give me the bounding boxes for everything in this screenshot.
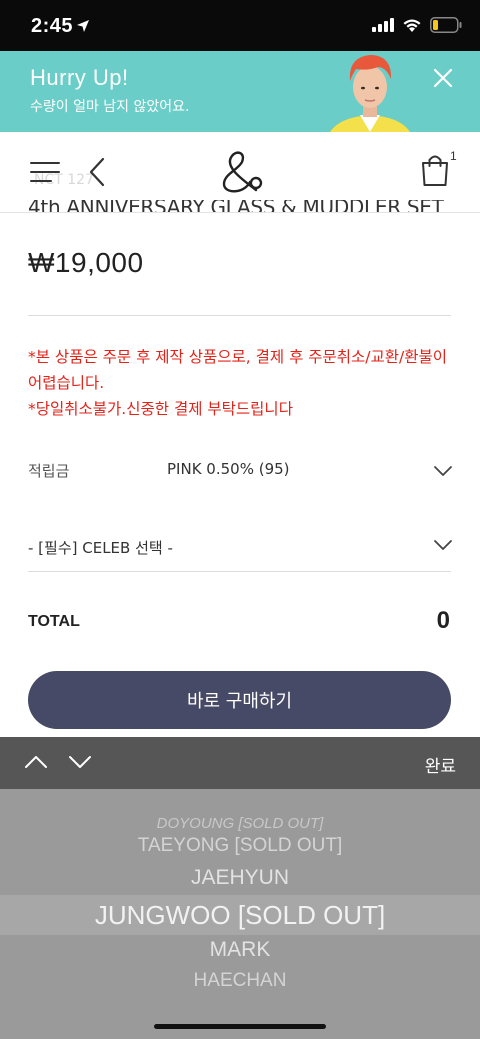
banner-subtitle: 수량이 얼마 남지 않았어요. xyxy=(30,99,190,115)
buy-now-button[interactable]: 바로 구매하기 xyxy=(28,671,451,729)
close-icon[interactable] xyxy=(430,65,456,91)
product-notice: *본 상품은 주문 후 제작 상품으로, 결제 후 주문취소/교환/환불이 어렵… xyxy=(28,344,458,422)
back-arrow-icon[interactable] xyxy=(88,157,106,187)
wifi-icon xyxy=(403,19,421,32)
status-time: 2:45 xyxy=(31,15,74,37)
hurry-up-banner[interactable]: Hurry Up! 수량이 얼마 남지 않았어요. xyxy=(0,51,480,132)
total-value: 0 xyxy=(436,607,450,634)
banner-person-image xyxy=(330,55,410,132)
hamburger-menu-icon[interactable] xyxy=(30,161,60,183)
celeb-select-value: - [필수] CELEB 선택 - xyxy=(28,539,173,557)
product-price: ₩19,000 xyxy=(28,247,144,278)
product-title-clip: 4th ANNIVERSARY GLASS & MUDDLER SET xyxy=(0,200,480,212)
cellular-signal-icon xyxy=(372,18,394,32)
chevron-down-icon[interactable] xyxy=(433,465,453,477)
picker-done-button[interactable]: 완료 xyxy=(425,752,456,777)
home-indicator xyxy=(154,1024,326,1029)
status-indicators xyxy=(372,17,462,33)
chevron-up-icon[interactable] xyxy=(24,754,48,770)
divider xyxy=(28,315,451,316)
location-arrow-icon xyxy=(77,20,89,32)
points-value: PINK 0.50% (95) xyxy=(167,460,290,478)
points-label: 적립금 xyxy=(28,462,70,480)
chevron-down-icon[interactable] xyxy=(68,754,92,770)
total-label: TOTAL xyxy=(28,613,80,630)
battery-low-icon xyxy=(430,17,462,33)
chevron-down-icon[interactable] xyxy=(433,539,453,551)
picker-option[interactable] xyxy=(0,793,480,805)
status-bar: 2:45 xyxy=(0,0,480,51)
picker-option[interactable]: TAEYONG [SOLD OUT] xyxy=(0,835,480,857)
picker-option-selected[interactable]: JUNGWOO [SOLD OUT] xyxy=(0,900,480,931)
ampersand-logo-icon[interactable] xyxy=(216,148,264,196)
celeb-picker-wheel[interactable]: DOYOUNG [SOLD OUT] TAEYONG [SOLD OUT] JA… xyxy=(0,789,480,1039)
celeb-select[interactable]: - [필수] CELEB 선택 - xyxy=(28,537,451,571)
banner-title: Hurry Up! xyxy=(30,65,129,90)
picker-option[interactable]: DOYOUNG [SOLD OUT] xyxy=(0,815,480,832)
shopping-bag-icon[interactable] xyxy=(420,152,450,188)
notice-line-1: *본 상품은 주문 후 제작 상품으로, 결제 후 주문취소/교환/환불이 어렵… xyxy=(28,348,448,392)
notice-line-2: *당일취소불가.신중한 결제 부탁드립니다 xyxy=(28,400,293,418)
picker-option[interactable]: MARK xyxy=(0,938,480,962)
picker-option[interactable]: HAECHAN xyxy=(0,970,480,992)
header-divider xyxy=(0,212,480,213)
picker-option[interactable]: JAEHYUN xyxy=(0,866,480,890)
cart-count-badge: 1 xyxy=(450,149,457,163)
picker-toolbar: 완료 xyxy=(0,737,480,789)
divider xyxy=(28,571,451,572)
product-title: 4th ANNIVERSARY GLASS & MUDDLER SET xyxy=(28,200,444,212)
